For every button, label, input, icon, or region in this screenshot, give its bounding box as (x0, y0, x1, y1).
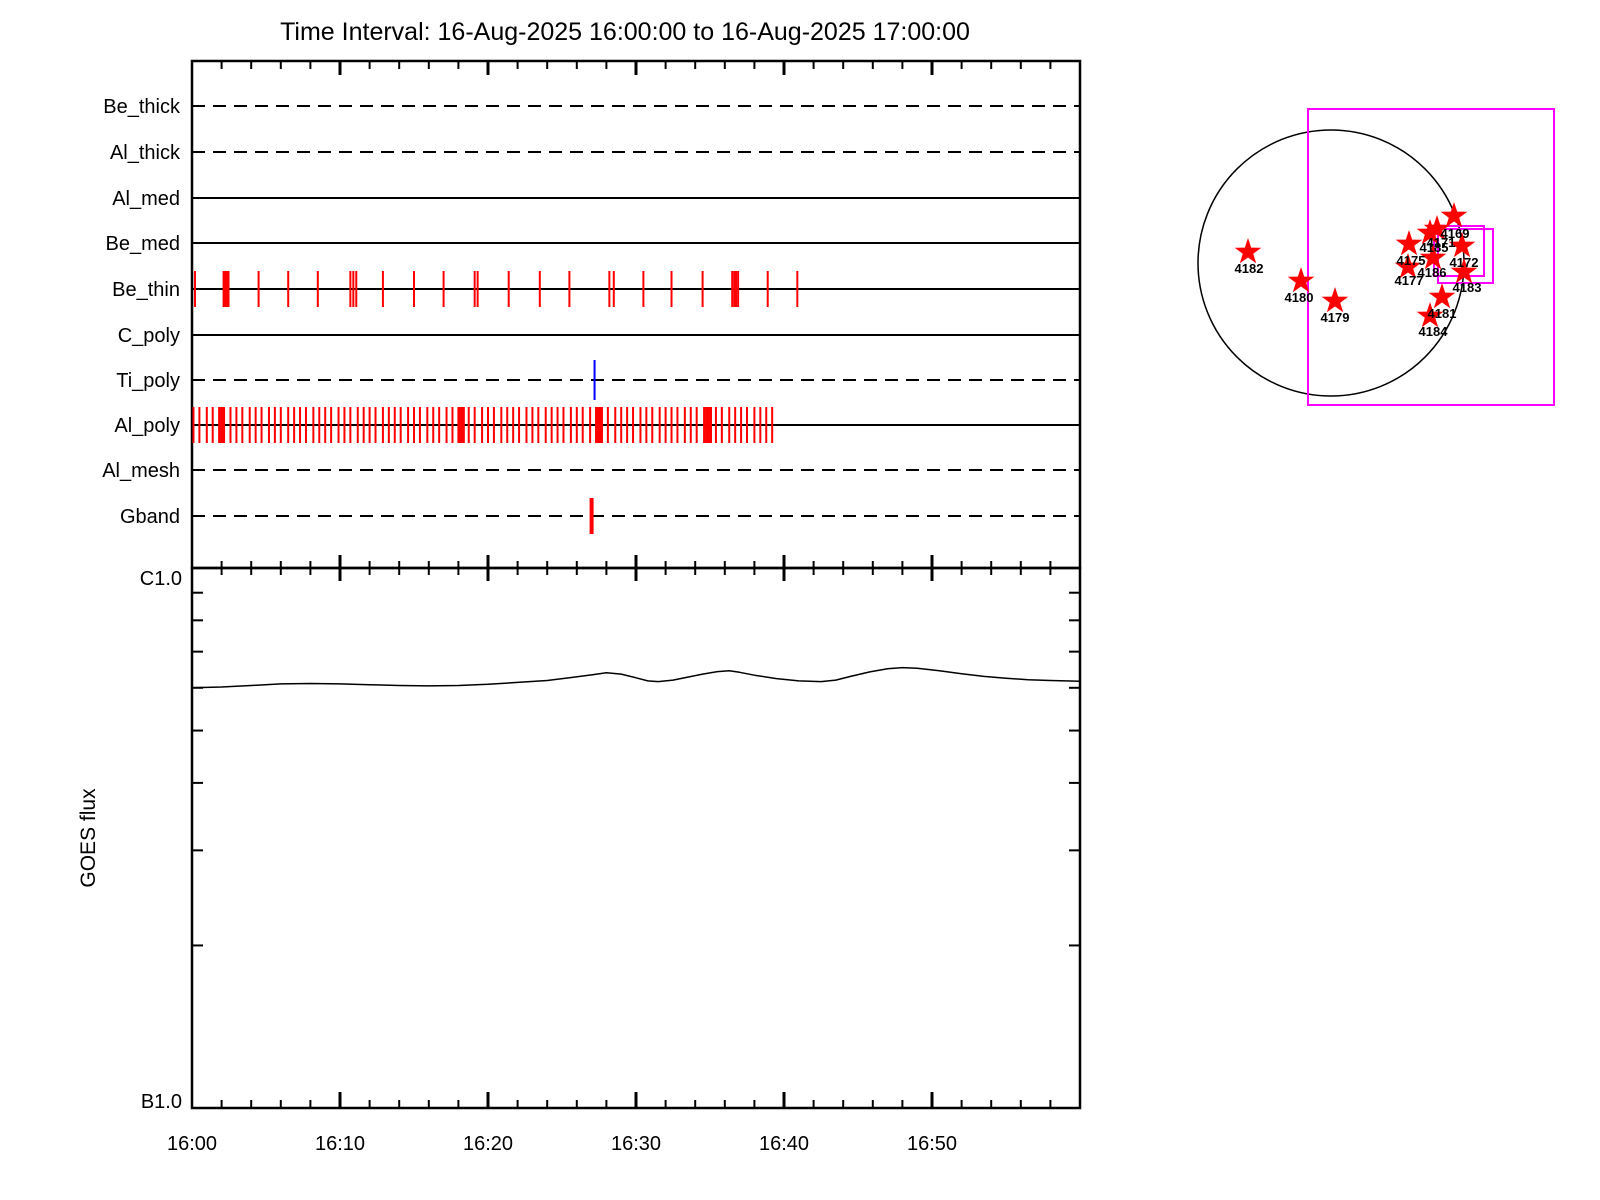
ar-star-4182 (1234, 238, 1262, 264)
ar-label-4182: 4182 (1235, 261, 1264, 276)
row-label-be-thin: Be_thin (112, 279, 180, 301)
row-label-al-med: Al_med (112, 188, 180, 210)
ar-label-4183: 4183 (1453, 280, 1482, 295)
sun-map: 4182418041794175417741694171418541724186… (1197, 108, 1555, 406)
goes-panel-border (190, 566, 1082, 1110)
ar-label-4186: 4186 (1418, 265, 1447, 280)
xtick-1600: 16:00 (167, 1133, 217, 1155)
observation-timeline-figure: 4182418041794175417741694171418541724186… (77, 18, 1555, 1155)
goes-ymin-label: B1.0 (141, 1091, 182, 1113)
row-label-al-mesh: Al_mesh (102, 460, 180, 482)
ar-label-4185: 4185 (1420, 240, 1449, 255)
row-label-be-thick: Be_thick (103, 96, 181, 118)
xtick-1650: 16:50 (907, 1133, 957, 1155)
ar-label-4179: 4179 (1321, 310, 1350, 325)
goes-ymax-label: C1.0 (140, 568, 182, 590)
row-label-al-poly: Al_poly (114, 415, 180, 437)
row-label-al-thick: Al_thick (110, 142, 181, 164)
ar-star-4175 (1395, 230, 1423, 256)
ar-star-4180 (1287, 267, 1315, 293)
plot-canvas: 4182 4180 4179 4175 4177 4169 4171 4185 4172 4186… (0, 0, 1600, 1200)
row-label-ti-poly: Ti_poly (116, 370, 180, 392)
goes-axis-title: GOES flux (77, 788, 100, 888)
xtick-1640: 16:40 (759, 1133, 809, 1155)
ar-star-4181 (1428, 283, 1456, 309)
xtick-1630: 16:30 (611, 1133, 661, 1155)
goes-flux-panel (190, 566, 1082, 1110)
ar-star-4179 (1321, 287, 1349, 313)
xtick-1610: 16:10 (315, 1133, 365, 1155)
ar-star-4169 (1440, 202, 1468, 228)
filter-timeline-panel (190, 59, 1082, 581)
timeline-panel-border (190, 59, 1082, 570)
ar-label-4184: 4184 (1419, 324, 1449, 339)
ar-label-4180: 4180 (1285, 290, 1314, 305)
xtick-1620: 16:20 (463, 1133, 513, 1155)
row-label-c-poly: C_poly (118, 325, 180, 347)
goes-flux-curve (191, 666, 1081, 689)
ar-label-4172: 4172 (1450, 255, 1479, 270)
row-label-gband: Gband (120, 506, 180, 528)
row-label-be-med: Be_med (106, 233, 181, 255)
figure-title: Time Interval: 16-Aug-2025 16:00:00 to 1… (280, 18, 970, 46)
ar-label-4181: 4181 (1428, 306, 1457, 321)
